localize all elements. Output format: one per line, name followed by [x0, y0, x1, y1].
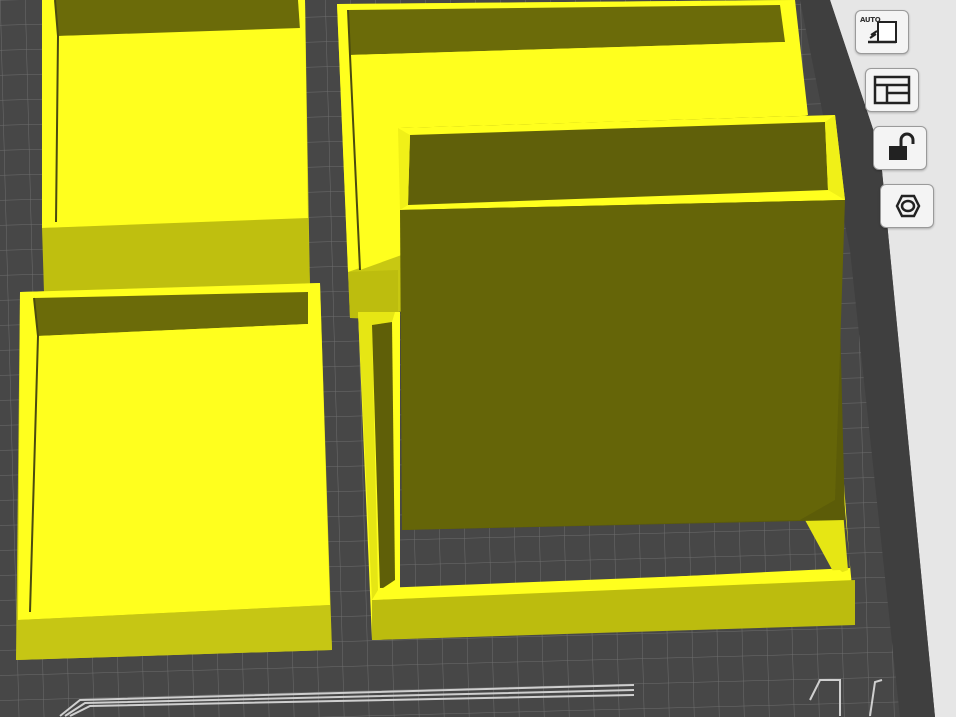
box-back-left[interactable] — [42, 0, 310, 292]
unlock-icon — [889, 132, 915, 160]
settings-button[interactable] — [880, 184, 934, 228]
layout-icon — [873, 75, 911, 105]
auto-arrange-button[interactable]: AUTO — [855, 10, 909, 54]
build-plate-scene[interactable] — [0, 0, 956, 717]
box-front-right-tall[interactable] — [398, 115, 845, 530]
box-front-left[interactable] — [16, 283, 332, 660]
lock-button[interactable] — [873, 126, 927, 170]
build-plate-viewport[interactable]: AUTO — [0, 0, 956, 717]
auto-arrange-label: AUTO — [860, 16, 881, 24]
layout-button[interactable] — [865, 68, 919, 112]
nut-icon — [895, 194, 921, 218]
